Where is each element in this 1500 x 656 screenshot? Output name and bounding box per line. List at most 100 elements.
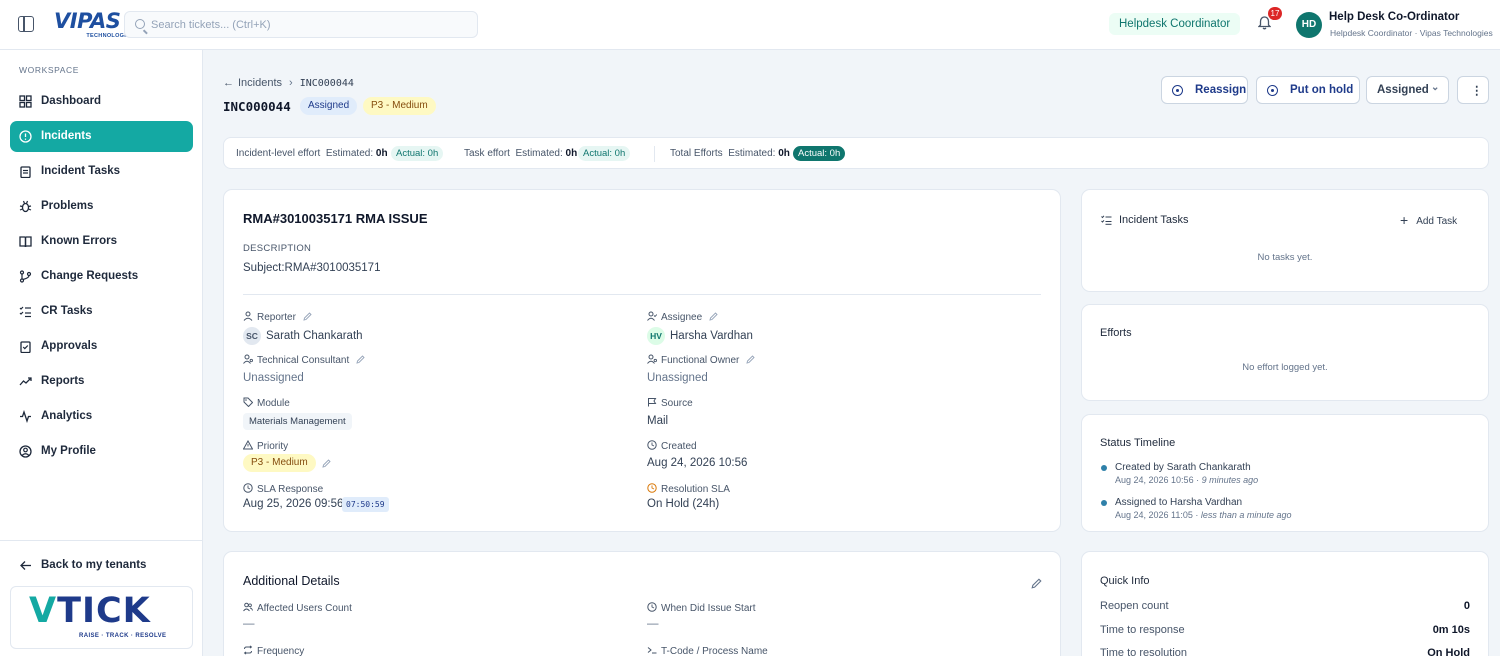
module-label-text: Module: [257, 398, 290, 409]
reassign-button[interactable]: Reassign: [1161, 76, 1248, 104]
chevron-down-icon: ⌄: [1431, 82, 1440, 93]
resolution-sla-value: On Hold (24h): [647, 498, 720, 510]
issue-start-label-text: When Did Issue Start: [661, 603, 756, 614]
module-chip: Materials Management: [243, 413, 352, 430]
sidebar-item-my-profile[interactable]: My Profile: [10, 436, 193, 467]
sidebar-item-change-requests[interactable]: Change Requests: [10, 261, 193, 292]
created-value: Aug 24, 2026 10:56: [647, 457, 748, 469]
reporter-label-text: Reporter: [257, 312, 296, 323]
assignee-label: Assignee: [647, 311, 718, 323]
sidebar-item-incident-tasks[interactable]: Incident Tasks: [10, 156, 193, 187]
effort-summary-bar: Incident-level effort Estimated: 0h Actu…: [223, 137, 1489, 169]
list-checks-icon: [1101, 215, 1112, 225]
sidebar-item-approvals[interactable]: Approvals: [10, 331, 193, 362]
breadcrumb-incidents-link[interactable]: Incidents: [238, 77, 282, 89]
breadcrumb-current: INC000044: [299, 78, 354, 89]
sidebar-item-incidents[interactable]: Incidents: [10, 121, 193, 152]
pause-icon: [1267, 85, 1278, 96]
created-label-text: Created: [661, 441, 697, 452]
assignee-value: HV Harsha Vardhan: [647, 327, 753, 345]
efforts-empty-state: No effort logged yet.: [1242, 362, 1328, 373]
incident-details-card: RMA#3010035171 RMA ISSUE DESCRIPTION Sub…: [223, 189, 1061, 532]
total-effort-estimated: 0h: [778, 148, 790, 159]
put-on-hold-button[interactable]: Put on hold: [1256, 76, 1360, 104]
task-effort-label: Task effort: [464, 148, 510, 159]
incident-id: INC000044: [223, 99, 291, 114]
sidebar: WORKSPACE Dashboard Incidents Incident T…: [0, 50, 203, 656]
user-name[interactable]: Help Desk Co-Ordinator: [1329, 11, 1459, 23]
git-branch-icon: [19, 270, 32, 283]
issue-start-label: When Did Issue Start: [647, 602, 755, 614]
user-avatar[interactable]: HD: [1296, 12, 1322, 38]
pencil-icon[interactable]: [746, 355, 755, 364]
efforts-title: Efforts: [1100, 327, 1132, 339]
estimated-word: Estimated:: [325, 148, 374, 159]
sidebar-item-analytics[interactable]: Analytics: [10, 401, 193, 432]
priority-chip[interactable]: P3 - Medium: [243, 454, 316, 472]
more-vertical-icon: ⋮: [1471, 85, 1483, 97]
search-box[interactable]: [124, 11, 478, 38]
assignee-avatar: HV: [647, 327, 665, 345]
pencil-icon[interactable]: [303, 312, 312, 321]
status-timeline-title: Status Timeline: [1100, 437, 1176, 449]
clock-warning-icon: [647, 483, 657, 493]
activity-icon: [20, 410, 31, 423]
affected-users-label-text: Affected Users Count: [257, 603, 352, 614]
priority-label-text: Priority: [257, 441, 289, 452]
flag-icon: [648, 398, 657, 407]
sidebar-toggle-icon[interactable]: [18, 16, 34, 32]
sidebar-item-label: Incident Tasks: [41, 165, 121, 177]
issue-start-value: —: [647, 618, 659, 630]
vtick-name: TICK: [57, 591, 151, 631]
back-to-tenants-link[interactable]: Back to my tenants: [10, 550, 193, 580]
reassign-icon: [1172, 85, 1183, 96]
tasks-empty-state: No tasks yet.: [1257, 252, 1313, 263]
functional-owner-value: Unassigned: [647, 372, 708, 384]
pencil-icon[interactable]: [1031, 578, 1042, 589]
task-effort-actual: Actual: 0h: [578, 146, 631, 161]
reporter-label: Reporter: [243, 311, 312, 323]
source-label-text: Source: [661, 398, 693, 409]
tcode-label: T-Code / Process Name: [647, 645, 768, 656]
more-actions-button[interactable]: ⋮: [1457, 76, 1489, 104]
tcode-label-text: T-Code / Process Name: [661, 646, 768, 656]
search-input[interactable]: [151, 12, 471, 37]
task-effort: Task effort Estimated: 0h: [464, 148, 577, 159]
role-badge[interactable]: Helpdesk Coordinator: [1109, 13, 1241, 35]
sidebar-item-label: Reports: [41, 375, 85, 387]
add-task-button[interactable]: + Add Task: [1400, 211, 1457, 229]
frequency-label: Frequency: [243, 645, 304, 656]
list-checks-icon: [19, 306, 31, 318]
workspace-label: WORKSPACE: [19, 65, 80, 75]
sidebar-item-reports[interactable]: Reports: [10, 366, 193, 397]
sidebar-item-known-errors[interactable]: Known Errors: [10, 226, 193, 257]
pencil-icon[interactable]: [356, 355, 365, 364]
module-label: Module: [243, 397, 290, 409]
breadcrumb: ← Incidents › INC000044: [223, 77, 354, 89]
divider: [243, 294, 1041, 295]
source-label: Source: [647, 397, 693, 409]
tag-icon: [243, 397, 253, 407]
technical-consultant-label-text: Technical Consultant: [257, 355, 350, 366]
timeline-event-date: Aug 24, 2026 10:56 ·: [1115, 475, 1202, 485]
top-bar: VIPAS TECHNOLOGIES Helpdesk Coordinator …: [0, 0, 1500, 50]
incident-title: RMA#3010035171 RMA ISSUE: [243, 211, 428, 226]
incident-effort-label: Incident-level effort: [236, 148, 321, 159]
functional-owner-label: Functional Owner: [647, 354, 755, 366]
time-to-response-label: Time to response: [1100, 624, 1185, 636]
sidebar-item-cr-tasks[interactable]: CR Tasks: [10, 296, 193, 327]
vipas-logo[interactable]: VIPAS TECHNOLOGIES: [54, 10, 134, 44]
pencil-icon[interactable]: [709, 312, 718, 321]
sidebar-item-label: Problems: [41, 200, 94, 212]
vtick-tagline: RAISE · TRACK · RESOLVE: [79, 633, 167, 639]
sidebar-item-problems[interactable]: Problems: [10, 191, 193, 222]
chevron-right-icon: ›: [289, 77, 293, 89]
total-effort: Total Efforts Estimated: 0h: [670, 148, 790, 159]
sidebar-item-dashboard[interactable]: Dashboard: [10, 86, 193, 117]
estimated-word: Estimated:: [515, 148, 563, 159]
clock-icon: [647, 440, 657, 450]
status-select[interactable]: Assigned ⌄: [1366, 76, 1449, 104]
pencil-icon[interactable]: [322, 459, 331, 468]
sidebar-item-label: Change Requests: [41, 270, 139, 282]
sidebar-item-label: Incidents: [41, 130, 92, 142]
